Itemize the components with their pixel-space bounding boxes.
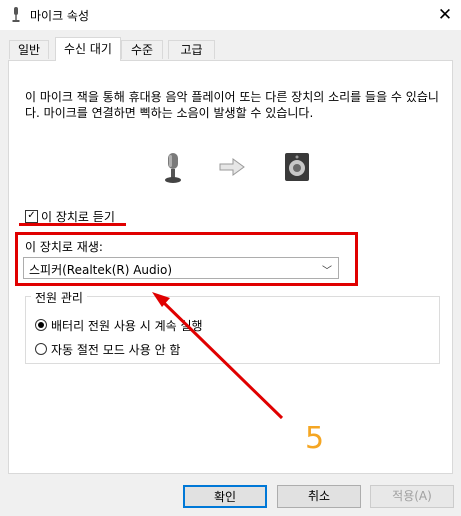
annotation-step-number: 5 bbox=[305, 421, 325, 456]
ok-button[interactable]: 확인 bbox=[183, 485, 267, 508]
tab-listen[interactable]: 수신 대기 bbox=[55, 37, 121, 61]
annotation-arrow bbox=[152, 292, 284, 420]
cancel-button[interactable]: 취소 bbox=[277, 485, 361, 508]
apply-button[interactable]: 적용(A) bbox=[370, 485, 454, 508]
